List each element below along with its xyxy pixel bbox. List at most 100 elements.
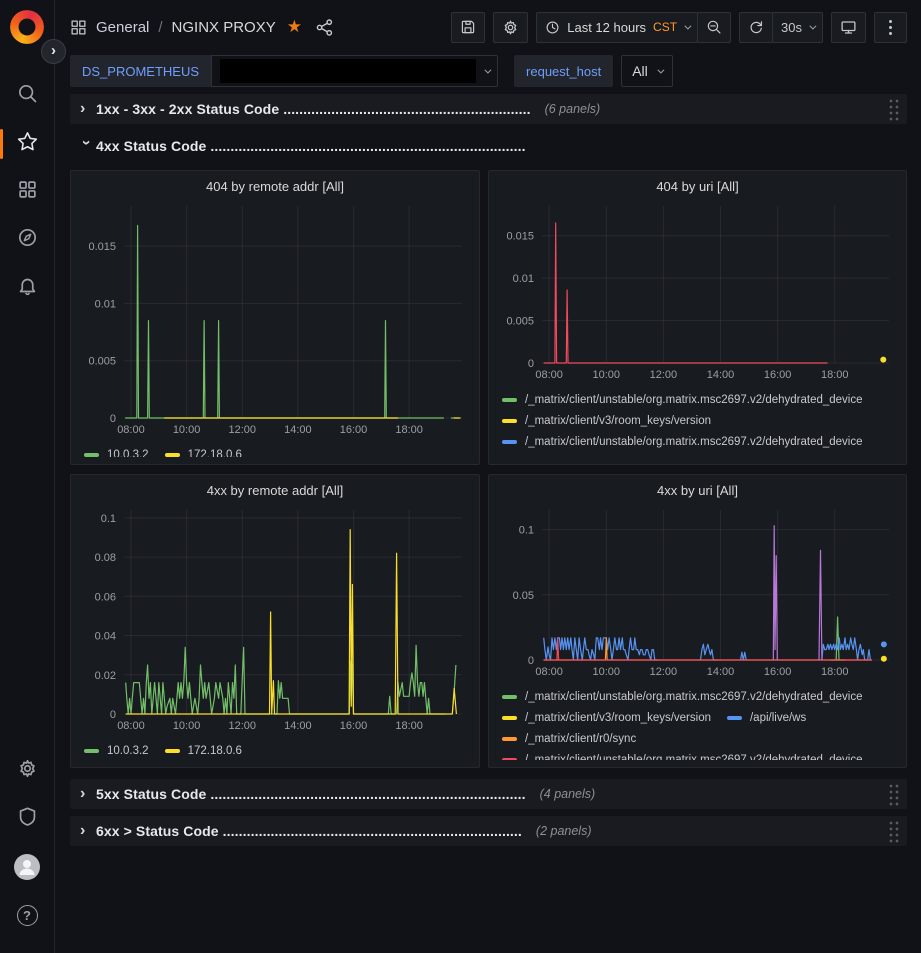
time-range-picker[interactable]: Last 12 hours CST	[536, 12, 698, 43]
svg-text:08:00: 08:00	[117, 424, 145, 436]
avatar	[14, 854, 40, 880]
drag-handle-icon[interactable]	[887, 782, 899, 806]
refresh-controls: 30s	[739, 12, 823, 43]
sidebar-item-search[interactable]	[0, 72, 55, 120]
breadcrumb-dashboard-title[interactable]: NGINX PROXY	[172, 19, 276, 36]
svg-text:18:00: 18:00	[395, 424, 423, 436]
drag-handle-icon[interactable]	[887, 819, 899, 843]
panel-legend: /_matrix/client/unstable/org.matrix.msc2…	[498, 689, 897, 760]
legend-item[interactable]: 172.18.0.6	[165, 447, 242, 457]
share-icon[interactable]	[315, 18, 334, 37]
sidebar-item-dashboards[interactable]	[0, 168, 55, 216]
legend-label: 10.0.3.2	[107, 449, 149, 458]
refresh-interval-picker[interactable]: 30s	[772, 12, 823, 43]
drag-handle-icon[interactable]	[887, 97, 899, 121]
panel-title[interactable]: 404 by remote addr [All]	[80, 176, 470, 198]
legend-item[interactable]: /_matrix/client/unstable/org.matrix.msc2…	[502, 434, 863, 449]
legend-item[interactable]: 172.18.0.6	[165, 743, 242, 758]
legend-label: /sw.js	[750, 457, 778, 458]
timeseries-chart[interactable]: 08:0010:0012:0014:0016:0018:0000.050.1	[498, 502, 897, 685]
svg-text:12:00: 12:00	[228, 424, 256, 436]
legend-item[interactable]: /api/live/ws	[727, 710, 806, 725]
svg-text:14:00: 14:00	[284, 424, 312, 436]
variable-select-request-host[interactable]: All	[621, 55, 673, 87]
sidebar-item-alerting[interactable]	[0, 264, 55, 312]
dashboard-settings-button[interactable]	[493, 12, 528, 43]
favorite-star-icon[interactable]: ★	[287, 17, 302, 37]
legend-swatch	[502, 716, 517, 720]
legend-swatch	[165, 453, 180, 457]
variable-select-ds-prometheus[interactable]	[211, 55, 498, 87]
svg-text:0.01: 0.01	[513, 273, 534, 285]
time-controls: Last 12 hours CST	[536, 12, 731, 43]
kebab-menu-button[interactable]	[874, 12, 907, 43]
sidebar: ?	[0, 0, 55, 953]
request-host-value: All	[632, 63, 648, 79]
sidebar-expand-button[interactable]: ›	[41, 39, 66, 64]
sidebar-item-help[interactable]: ?	[0, 891, 55, 939]
dashboard-row-4xx[interactable]: › 4xx Status Code ......................…	[70, 131, 907, 161]
svg-text:0.005: 0.005	[88, 356, 116, 368]
sidebar-item-configuration[interactable]	[0, 747, 55, 795]
timeseries-chart[interactable]: 08:0010:0012:0014:0016:0018:0000.0050.01…	[80, 198, 470, 443]
timeseries-chart[interactable]: 08:0010:0012:0014:0016:0018:0000.020.040…	[80, 502, 470, 739]
refresh-button[interactable]	[739, 12, 773, 43]
toolbar: Last 12 hours CST 30s	[451, 12, 907, 43]
zoom-out-button[interactable]	[697, 12, 731, 43]
legend-item[interactable]: /_matrix/client/unstable/org.matrix.msc2…	[502, 392, 863, 407]
svg-text:0: 0	[528, 655, 534, 667]
star-icon	[17, 131, 38, 157]
dashboard-row-6xx[interactable]: › 6xx > Status Code ....................…	[70, 816, 907, 846]
grafana-logo[interactable]	[10, 10, 44, 44]
variable-label-ds-prometheus: DS_PROMETHEUS	[70, 55, 211, 87]
shield-icon	[17, 806, 38, 832]
variables-row: DS_PROMETHEUS request_host All	[70, 55, 907, 87]
tv-mode-button[interactable]	[831, 12, 866, 43]
dashboard-row-1xx-3xx-2xx[interactable]: › 1xx - 3xx - 2xx Status Code ..........…	[70, 94, 907, 124]
time-range-label: Last 12 hours	[567, 20, 646, 35]
legend-item[interactable]: /sw.js	[727, 455, 778, 457]
panel-legend: 10.0.3.2 172.18.0.6	[80, 743, 470, 760]
legend-item[interactable]: /_matrix/client/v3/room_keys/version	[502, 455, 711, 457]
svg-text:18:00: 18:00	[821, 666, 849, 678]
legend-swatch	[727, 716, 742, 720]
row-title: 1xx - 3xx - 2xx Status Code ............…	[96, 101, 531, 117]
variable-label-request-host: request_host	[514, 55, 613, 87]
legend-item[interactable]: 10.0.3.2	[84, 743, 149, 758]
sidebar-item-explore[interactable]	[0, 216, 55, 264]
panel-title[interactable]: 4xx by uri [All]	[498, 480, 897, 502]
legend-swatch	[502, 419, 517, 423]
panel-row-1: 404 by remote addr [All] 08:0010:0012:00…	[70, 170, 907, 465]
legend-label: /_matrix/client/v3/room_keys/version	[525, 457, 711, 458]
legend-item[interactable]: /_matrix/client/unstable/org.matrix.msc2…	[502, 752, 863, 760]
panel-4xx-by-uri: 4xx by uri [All] 08:0010:0012:0014:0016:…	[488, 474, 907, 768]
panel-title[interactable]: 404 by uri [All]	[498, 176, 897, 198]
legend-label: /_matrix/client/v3/room_keys/version	[525, 712, 711, 724]
legend-swatch	[502, 398, 517, 402]
chevron-down-icon	[657, 66, 664, 73]
panel-row-2: 4xx by remote addr [All] 08:0010:0012:00…	[70, 474, 907, 768]
chevron-down-icon	[809, 22, 816, 29]
save-dashboard-button[interactable]	[451, 12, 485, 43]
sidebar-item-profile[interactable]	[0, 843, 55, 891]
legend-item[interactable]: /_matrix/client/v3/room_keys/version	[502, 413, 711, 428]
legend-item[interactable]: /_matrix/client/unstable/org.matrix.msc2…	[502, 689, 863, 704]
svg-text:0.04: 0.04	[95, 631, 116, 643]
legend-swatch	[502, 440, 517, 444]
dashboard-row-5xx[interactable]: › 5xx Status Code ......................…	[70, 779, 907, 809]
sidebar-item-starred[interactable]	[0, 120, 55, 168]
kebab-icon	[889, 26, 892, 29]
timeseries-chart[interactable]: 08:0010:0012:0014:0016:0018:0000.0050.01…	[498, 198, 897, 388]
legend-swatch	[84, 749, 99, 753]
panel-title[interactable]: 4xx by remote addr [All]	[80, 480, 470, 502]
sidebar-item-server-admin[interactable]	[0, 795, 55, 843]
legend-item[interactable]: 10.0.3.2	[84, 447, 149, 457]
svg-text:08:00: 08:00	[117, 720, 145, 732]
legend-item[interactable]: /_matrix/client/v3/room_keys/version	[502, 710, 711, 725]
row-title: 6xx > Status Code ......................…	[96, 823, 522, 839]
legend-item[interactable]: /_matrix/client/r0/sync	[502, 731, 636, 746]
svg-text:10:00: 10:00	[592, 369, 620, 381]
breadcrumb-section[interactable]: General	[96, 19, 149, 36]
legend-label: /_matrix/client/unstable/org.matrix.msc2…	[525, 436, 863, 448]
legend-label: /_matrix/client/unstable/org.matrix.msc2…	[525, 394, 863, 406]
